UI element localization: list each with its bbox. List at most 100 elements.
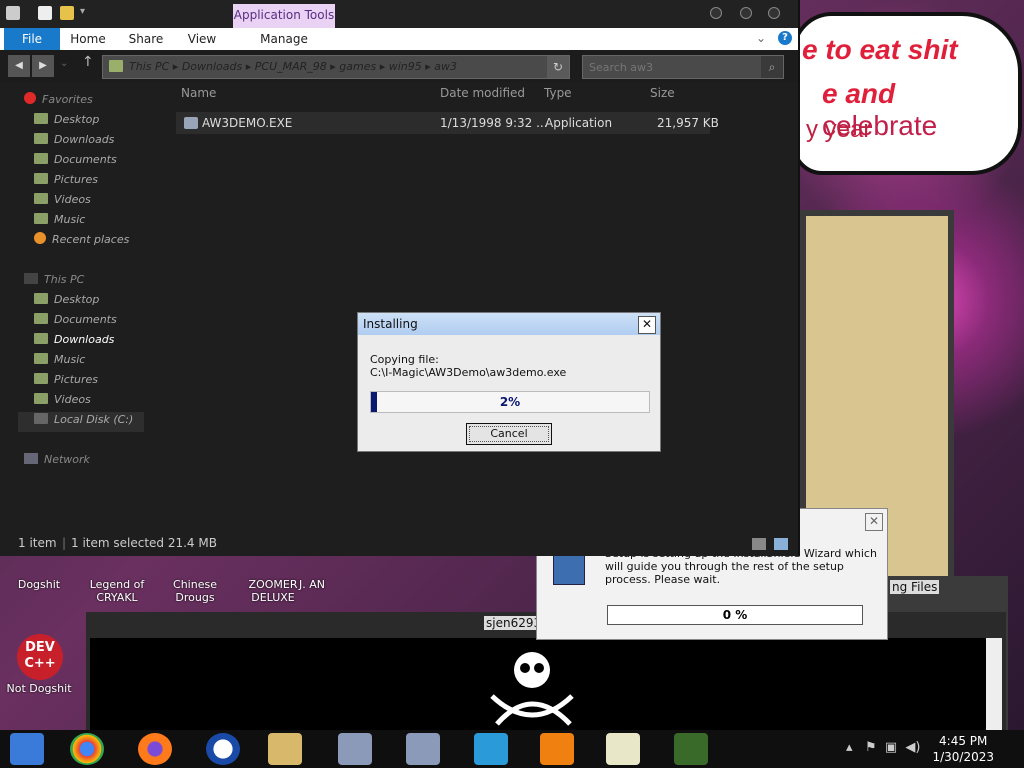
nav-fav-pictures[interactable]: Pictures xyxy=(34,170,98,190)
nav-pc-music[interactable]: Music xyxy=(34,350,85,370)
nav-label: Recent places xyxy=(52,233,130,246)
taskbar: ▴ ⚑ ▣ ◀) 4:45 PM 1/30/2023 xyxy=(0,730,1024,768)
nav-fav-desktop[interactable]: Desktop xyxy=(34,110,99,130)
game-icon[interactable] xyxy=(674,733,708,765)
crumb-pcu[interactable]: PCU_MAR_98 xyxy=(255,60,327,73)
minimize-icon[interactable] xyxy=(710,7,722,19)
recent-dropdown-icon[interactable]: ⌄ xyxy=(60,58,68,69)
pictures-icon xyxy=(34,373,48,384)
tray-expand-icon[interactable]: ▴ xyxy=(846,740,853,755)
maximize-icon[interactable] xyxy=(740,7,752,19)
close-icon[interactable] xyxy=(768,7,780,19)
quick-access-dropdown-icon[interactable]: ▾ xyxy=(80,6,85,17)
network-icon xyxy=(24,453,38,464)
details-view-icon[interactable] xyxy=(752,538,766,550)
nav-this-pc-label: This PC xyxy=(44,273,85,286)
forward-button[interactable]: ▶ xyxy=(32,55,54,77)
devcpp-icon[interactable]: DEV C++ xyxy=(17,634,63,680)
nav-fav-videos[interactable]: Videos xyxy=(34,190,91,210)
tab-manage[interactable]: Manage xyxy=(258,28,310,50)
nav-fav-documents[interactable]: Documents xyxy=(34,150,117,170)
up-arrow-icon[interactable]: ↑ xyxy=(82,54,94,70)
new-folder-icon[interactable] xyxy=(60,6,74,20)
installer-icon[interactable] xyxy=(606,733,640,765)
circle-app-icon[interactable] xyxy=(206,733,240,765)
file-explorer-window[interactable]: ▾ Application Tools File Home Share View… xyxy=(0,0,800,556)
bubble-line-1: e to eat shit xyxy=(802,34,958,65)
desktop-icon-chinese[interactable]: Chinese Drougs xyxy=(160,578,230,604)
search-icon[interactable]: ⌕ xyxy=(761,56,783,78)
column-headers: Name Date modified Type Size xyxy=(176,84,796,104)
flag-icon[interactable]: ⚑ xyxy=(865,740,877,755)
pirate-skull-icon xyxy=(490,652,574,726)
videos-icon xyxy=(34,393,48,404)
nav-pc-local-disk[interactable]: Local Disk (C:) xyxy=(34,410,133,430)
installing-close-icon[interactable]: ✕ xyxy=(638,316,656,334)
search-box[interactable]: ⌕ xyxy=(582,55,784,79)
crumb-games[interactable]: games xyxy=(339,60,376,73)
start-button[interactable] xyxy=(10,733,44,765)
nav-network[interactable]: Network xyxy=(24,450,90,470)
navigation-pane: Favorites Desktop Downloads Documents Pi… xyxy=(0,82,170,532)
nav-pc-documents[interactable]: Documents xyxy=(34,310,117,330)
column-date[interactable]: Date modified xyxy=(440,86,525,100)
arrow-app-icon[interactable] xyxy=(474,733,508,765)
properties-icon[interactable] xyxy=(38,6,52,20)
setup-computer-icon xyxy=(553,555,585,585)
nav-this-pc[interactable]: This PC xyxy=(24,270,84,290)
tiles-view-icon[interactable] xyxy=(774,538,788,550)
explorer-titlebar[interactable]: ▾ Application Tools xyxy=(0,0,798,28)
desktop-icon-dogshit[interactable]: Dogshit xyxy=(4,578,74,591)
nav-fav-downloads[interactable]: Downloads xyxy=(34,130,114,150)
nav-pc-desktop[interactable]: Desktop xyxy=(34,290,99,310)
exe-icon xyxy=(184,117,198,129)
tab-share[interactable]: Share xyxy=(124,28,168,50)
search-input[interactable] xyxy=(587,58,761,76)
refresh-icon[interactable]: ↻ xyxy=(547,56,569,78)
column-name[interactable]: Name xyxy=(181,86,216,100)
help-icon[interactable]: ? xyxy=(778,31,792,45)
firefox-icon[interactable] xyxy=(138,733,172,765)
back-button[interactable]: ◀ xyxy=(8,55,30,77)
clock-icon xyxy=(34,232,46,244)
volume-icon[interactable]: ◀) xyxy=(905,740,920,755)
nav-pc-downloads[interactable]: Downloads xyxy=(34,330,114,350)
nav-pc-videos[interactable]: Videos xyxy=(34,390,91,410)
address-bar[interactable]: This PC ▸ Downloads ▸ PCU_MAR_98 ▸ games… xyxy=(102,55,570,79)
file-explorer-icon[interactable] xyxy=(268,733,302,765)
clock[interactable]: 4:45 PM 1/30/2023 xyxy=(932,733,994,765)
cancel-button[interactable]: Cancel xyxy=(466,423,552,445)
clock-date: 1/30/2023 xyxy=(932,750,994,764)
file-row[interactable]: AW3DEMO.EXE 1/13/1998 9:32 ... Applicati… xyxy=(176,112,719,134)
installing-titlebar[interactable]: Installing ✕ xyxy=(358,313,660,335)
ribbon-expand-icon[interactable]: ⌄ xyxy=(756,31,766,45)
crumb-downloads[interactable]: Downloads xyxy=(182,60,242,73)
desktop-icon-legend[interactable]: Legend of CRYAKL xyxy=(82,578,152,604)
vlc-icon[interactable] xyxy=(540,733,574,765)
chrome-icon[interactable] xyxy=(70,733,104,765)
installshield-percent: 0 % xyxy=(722,608,748,622)
installing-dialog[interactable]: Installing ✕ Copying file: C:\I-Magic\AW… xyxy=(357,312,661,452)
tab-home[interactable]: Home xyxy=(68,28,108,50)
file-date: 1/13/1998 9:32 ... xyxy=(440,116,548,130)
installshield-close-icon[interactable]: ✕ xyxy=(865,513,883,531)
nav-fav-recent[interactable]: Recent places xyxy=(34,230,129,250)
network-tray-icon[interactable]: ▣ xyxy=(885,740,897,755)
column-size[interactable]: Size xyxy=(650,86,675,100)
nav-fav-music[interactable]: Music xyxy=(34,210,85,230)
tab-view[interactable]: View xyxy=(182,28,222,50)
crumb-this-pc[interactable]: This PC xyxy=(129,60,169,73)
setup-icon-2[interactable] xyxy=(406,733,440,765)
copying-label: Copying file: xyxy=(370,353,439,366)
desktop-icon-partial[interactable]: J. AN xyxy=(290,578,334,591)
crumb-aw3[interactable]: aw3 xyxy=(434,60,457,73)
setup-icon[interactable] xyxy=(338,733,372,765)
tab-file[interactable]: File xyxy=(4,28,60,50)
nav-pc-pictures[interactable]: Pictures xyxy=(34,370,98,390)
nav-favorites[interactable]: Favorites xyxy=(24,90,93,110)
nav-label: Documents xyxy=(54,153,117,166)
column-type[interactable]: Type xyxy=(544,86,572,100)
black-window-scrollbar[interactable] xyxy=(986,638,1002,730)
desktop-icon-not-dogshit[interactable]: Not Dogshit xyxy=(4,682,74,695)
crumb-win95[interactable]: win95 xyxy=(389,60,422,73)
